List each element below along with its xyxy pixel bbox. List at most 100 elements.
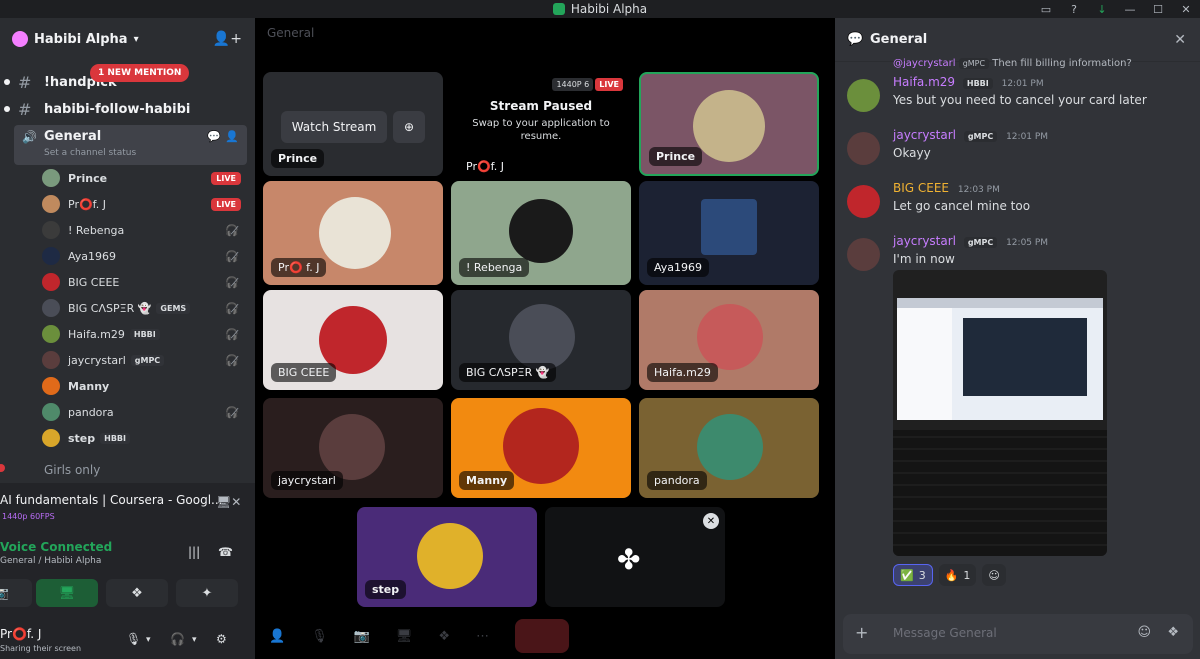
soundboard-button[interactable]: ✦	[176, 579, 238, 607]
avatar[interactable]	[847, 132, 880, 165]
voice-user[interactable]: ! Rebenga 🎧̸	[42, 218, 247, 242]
stream-tile-prince[interactable]: Watch Stream ⊕ Prince	[263, 72, 443, 176]
tile-rebenga[interactable]: ! Rebenga	[451, 181, 631, 285]
voice-user-name: Haifa.m29	[68, 327, 125, 341]
avatar[interactable]	[847, 238, 880, 271]
add-reaction-button[interactable]: ☺	[982, 564, 1006, 586]
popout-icon[interactable]: ⊕	[393, 111, 425, 143]
microphone-icon[interactable]: 🎙	[126, 632, 141, 646]
invite-icon[interactable]: 👤	[225, 130, 239, 143]
emoji-icon[interactable]: ☺	[1137, 625, 1151, 640]
tile-big-casper[interactable]: BIG CΛSPΞR 👻	[451, 290, 631, 390]
voice-user[interactable]: pandora 🎧̸	[42, 400, 247, 424]
avatar[interactable]	[847, 185, 880, 218]
voice-channel-girls-only[interactable]: Girls only	[0, 460, 255, 482]
voice-user[interactable]: Manny	[42, 374, 247, 398]
settings-gear-icon[interactable]: ⚙	[216, 632, 227, 646]
screen-share-button[interactable]: 🖥	[36, 579, 98, 607]
avatar	[42, 221, 60, 239]
voice-stage: General Watch Stream ⊕ Prince 1440P 6 LI…	[255, 18, 835, 659]
minimize-button[interactable]: —	[1116, 0, 1144, 18]
activity-tile[interactable]: ✕ ✤	[545, 507, 725, 607]
tile-aya1969[interactable]: Aya1969	[639, 181, 819, 285]
reaction-fire[interactable]: 🔥 1	[938, 564, 977, 586]
invite-icon[interactable]: 👤	[269, 629, 285, 644]
tile-big-ceee[interactable]: BIG CEEE	[263, 290, 443, 390]
chat-bubble-icon[interactable]: 💬	[207, 130, 221, 143]
channel-habibi-follow-habibi[interactable]: # habibi-follow-habibi	[0, 97, 255, 121]
author-name[interactable]: BIG CEEE	[893, 181, 949, 195]
voice-user-name: Aya1969	[68, 249, 117, 263]
role-badge: HBBI	[962, 78, 993, 89]
disconnect-icon[interactable]: ☎	[218, 545, 233, 559]
noise-suppression-icon[interactable]: |||	[188, 545, 200, 559]
voice-user[interactable]: BIG CEEE 🎧̸	[42, 270, 247, 294]
user-panel: Pr⭕f. J Sharing their screen 🎙 ▾ 🎧 ▾ ⚙	[0, 623, 255, 659]
tile-name: ! Rebenga	[459, 258, 530, 277]
reply-preview[interactable]: @jaycrystarl gMPC Then fill billing info…	[893, 58, 1132, 69]
avatar	[42, 247, 60, 265]
chevron-down-icon[interactable]: ▾	[192, 635, 197, 645]
mention-badge[interactable]: 1 NEW MENTION	[90, 64, 190, 82]
channel-status[interactable]: Set a channel status	[44, 148, 136, 158]
chevron-down-icon[interactable]: ▾	[146, 635, 151, 645]
close-icon[interactable]: ✕	[1174, 32, 1186, 48]
channel-handpick[interactable]: # !handpick 1 NEW MENTION	[0, 64, 255, 94]
activities-icon[interactable]: ❖	[438, 629, 450, 644]
window-controls: ▭ ? ↓ — ☐ ✕	[1032, 0, 1200, 18]
tile-prince[interactable]: Prince	[639, 72, 819, 176]
plus-icon[interactable]: +	[855, 623, 868, 642]
tile-haifa[interactable]: Haifa.m29	[639, 290, 819, 390]
image-attachment[interactable]	[893, 270, 1107, 556]
message-header: BIG CEEE 12:03 PM	[893, 181, 1000, 195]
reaction-check[interactable]: ✅ 3	[893, 564, 933, 586]
disconnect-button[interactable]	[515, 619, 570, 653]
voice-connected-location[interactable]: General / Habibi Alpha	[0, 556, 101, 566]
author-name[interactable]: Haifa.m29	[893, 75, 955, 89]
voice-user[interactable]: Pr⭕f. J LIVE	[42, 192, 247, 216]
window-title: Habibi Alpha	[552, 2, 647, 16]
screen-share-icon[interactable]: 🖥	[396, 629, 413, 644]
user-name[interactable]: Pr⭕f. J	[0, 627, 41, 641]
activities-button[interactable]: ❖	[106, 579, 168, 607]
voice-user[interactable]: BIG CΛSPΞR 👻 GEMS 🎧̸	[42, 296, 247, 320]
stream-quality: 1440p 60FPS	[2, 512, 55, 521]
tile-manny[interactable]: Manny	[451, 398, 631, 498]
apps-icon[interactable]: ❖	[1167, 625, 1179, 640]
close-icon[interactable]: ✕	[703, 513, 719, 529]
tile-step[interactable]: step	[357, 507, 537, 607]
maximize-button[interactable]: ☐	[1144, 0, 1172, 18]
server-header[interactable]: Habibi Alpha ▾ 👤+	[12, 24, 252, 54]
message-text: Yes but you need to cancel your card lat…	[893, 93, 1147, 107]
invite-people-icon[interactable]: 👤+	[213, 31, 242, 47]
message-composer[interactable]: + Message General ☺ ❖	[843, 614, 1193, 654]
voice-user[interactable]: jaycrystarl gMPC 🎧̸	[42, 348, 247, 372]
help-icon[interactable]: ?	[1060, 0, 1088, 18]
stop-stream-icon[interactable]: 🖥✕	[216, 495, 241, 509]
voice-user[interactable]: step HBBI	[42, 426, 247, 450]
tile-prof-j[interactable]: Pr⭕ f. J	[263, 181, 443, 285]
headphones-icon[interactable]: 🎧	[170, 632, 185, 646]
voice-user[interactable]: Aya1969 🎧̸	[42, 244, 247, 268]
message-input[interactable]: Message General	[893, 626, 997, 640]
author-name[interactable]: jaycrystarl	[893, 128, 956, 142]
download-icon[interactable]: ↓	[1088, 0, 1116, 18]
voice-user[interactable]: Prince LIVE	[42, 166, 247, 190]
avatar	[42, 325, 60, 343]
stream-quality-badge: 1440P 6 LIVE	[552, 78, 623, 91]
stream-tile-prof-j[interactable]: 1440P 6 LIVE Stream Paused Swap to your …	[451, 72, 631, 176]
more-icon[interactable]: ⋯	[476, 629, 489, 644]
close-window-button[interactable]: ✕	[1172, 0, 1200, 18]
camera-button[interactable]: 📷	[0, 579, 32, 607]
voice-connected-status[interactable]: Voice Connected	[0, 540, 112, 554]
camera-icon[interactable]: 📷	[354, 629, 370, 644]
voice-channel-general[interactable]: 🔊 General Set a channel status 💬 👤	[14, 125, 247, 165]
watch-stream-button[interactable]: Watch Stream	[281, 111, 387, 143]
author-name[interactable]: jaycrystarl	[893, 234, 956, 248]
voice-user[interactable]: Haifa.m29 HBBI 🎧̸	[42, 322, 247, 346]
microphone-icon[interactable]: 🎙	[311, 629, 328, 644]
inbox-icon[interactable]: ▭	[1032, 0, 1060, 18]
tile-pandora[interactable]: pandora	[639, 398, 819, 498]
tile-jaycrystarl[interactable]: jaycrystarl	[263, 398, 443, 498]
avatar[interactable]	[847, 79, 880, 112]
